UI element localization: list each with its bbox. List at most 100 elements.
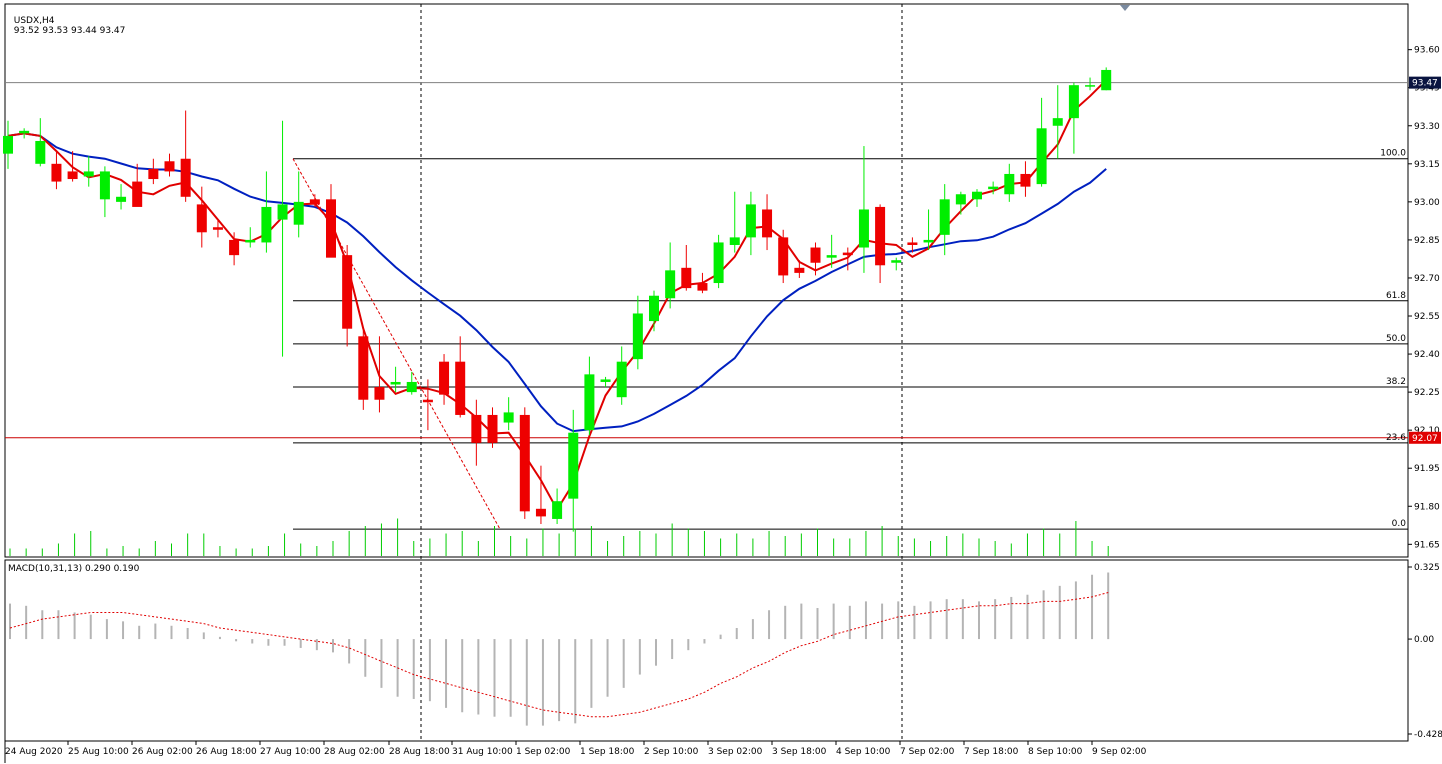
candle-body: [35, 140, 46, 164]
price-tick-label: 91.65: [1414, 540, 1440, 550]
price-tick-label: 93.60: [1414, 46, 1440, 56]
candle-body: [1052, 118, 1063, 126]
price-tick-label: 91.95: [1414, 464, 1440, 474]
candle-body: [794, 267, 805, 273]
price-tick-label: 92.40: [1414, 350, 1440, 360]
price-tick-label: 92.70: [1414, 274, 1440, 284]
candle-body: [1036, 128, 1047, 185]
x-tick-label: 7 Sep 02:00: [900, 747, 955, 757]
fib-level-label: 61.8: [1386, 291, 1406, 301]
x-tick-label: 24 Aug 2020: [5, 747, 63, 757]
x-tick-label: 25 Aug 10:00: [68, 747, 129, 757]
macd-tick-label: -0.428: [1414, 730, 1442, 740]
x-tick-label: 4 Sep 10:00: [836, 747, 891, 757]
macd-tick-label: 0.325: [1414, 563, 1440, 573]
price-tick-label: 93.15: [1414, 160, 1440, 170]
candle-body: [406, 381, 417, 393]
candle-body: [632, 313, 643, 360]
candle-body: [455, 361, 466, 415]
candle-body: [697, 283, 708, 291]
candle-body: [116, 196, 127, 202]
candle-body: [245, 239, 256, 243]
level-marker-label: 92.07: [1412, 434, 1438, 444]
candle-body: [552, 501, 563, 519]
x-tick-label: 2 Sep 10:00: [644, 747, 699, 757]
candle-body: [972, 191, 982, 200]
candle-body: [180, 158, 191, 197]
candle-body: [1020, 173, 1031, 187]
candle-body: [923, 239, 934, 243]
x-tick-label: 9 Sep 02:00: [1092, 747, 1147, 757]
candle-body: [616, 361, 627, 398]
fib-level-label: 0.0: [1392, 519, 1407, 529]
candle-body: [665, 270, 676, 299]
candle-body: [51, 163, 62, 182]
candle-body: [584, 374, 595, 431]
price-tick-label: 92.85: [1414, 236, 1440, 246]
candle-body: [212, 227, 223, 230]
candle-body: [422, 399, 433, 403]
x-tick-label: 3 Sep 02:00: [708, 747, 763, 757]
macd-tick-label: 0.00: [1414, 635, 1434, 645]
candle-body: [342, 255, 353, 329]
x-tick-label: 7 Sep 18:00: [964, 747, 1019, 757]
candle-body: [487, 414, 498, 443]
candle-body: [67, 171, 78, 180]
candle-body: [842, 252, 853, 256]
x-tick-label: 28 Aug 18:00: [389, 747, 450, 757]
candle-body: [277, 204, 288, 220]
macd-pane-frame: [4, 559, 1409, 742]
candle-body: [600, 379, 611, 382]
candle-body: [907, 242, 918, 245]
candle-body: [19, 130, 30, 134]
candle-body: [374, 387, 385, 400]
fib-level-label: 50.0: [1386, 334, 1406, 344]
fast-moving-average-line: [7, 79, 1107, 512]
candle-body: [164, 161, 175, 172]
candle-body: [681, 267, 692, 289]
x-tick-label: 26 Aug 18:00: [196, 747, 257, 757]
price-tick-label: 92.25: [1414, 388, 1440, 398]
x-tick-label: 26 Aug 02:00: [132, 747, 193, 757]
candle-body: [471, 414, 482, 443]
candle-body: [1101, 69, 1112, 91]
price-tick-label: 93.00: [1414, 198, 1440, 208]
candle-body: [99, 171, 110, 200]
candle-body: [745, 204, 756, 238]
fib-level-label: 23.6: [1386, 433, 1406, 443]
x-tick-label: 8 Sep 10:00: [1028, 747, 1083, 757]
candle-body: [1085, 85, 1096, 87]
candle-body: [891, 260, 902, 263]
candle-body: [196, 204, 207, 233]
candle-body: [3, 135, 13, 154]
candle-body: [713, 242, 724, 284]
candle-body: [988, 186, 999, 190]
candle-body: [261, 206, 272, 243]
price-tick-label: 92.55: [1414, 312, 1440, 322]
candle-body: [875, 206, 886, 266]
candle-body: [358, 336, 369, 400]
candle-body: [293, 201, 304, 225]
candle-body: [326, 199, 336, 258]
price-chart[interactable]: 93.6093.4593.3093.1593.0092.8592.7092.55…: [0, 0, 1442, 764]
x-tick-label: 28 Aug 02:00: [324, 747, 385, 757]
x-tick-label: 1 Sep 02:00: [516, 747, 571, 757]
candle-body: [83, 171, 94, 177]
x-tick-label: 31 Aug 10:00: [452, 747, 513, 757]
candle-body: [858, 209, 869, 248]
x-tick-label: 3 Sep 18:00: [772, 747, 827, 757]
candle-body: [519, 414, 530, 512]
candle-body: [826, 255, 837, 258]
candle-body: [810, 247, 821, 263]
candle-body: [955, 194, 966, 205]
candle-body: [778, 237, 789, 276]
price-tick-label: 91.80: [1414, 502, 1440, 512]
candle-body: [148, 168, 159, 180]
candle-body: [729, 237, 740, 245]
candle-body: [568, 432, 579, 499]
candle-body: [390, 381, 401, 385]
x-tick-label: 27 Aug 10:00: [260, 747, 321, 757]
candle-body: [1068, 85, 1079, 119]
candle-body: [649, 295, 659, 322]
current-price-marker-label: 93.47: [1412, 79, 1438, 89]
